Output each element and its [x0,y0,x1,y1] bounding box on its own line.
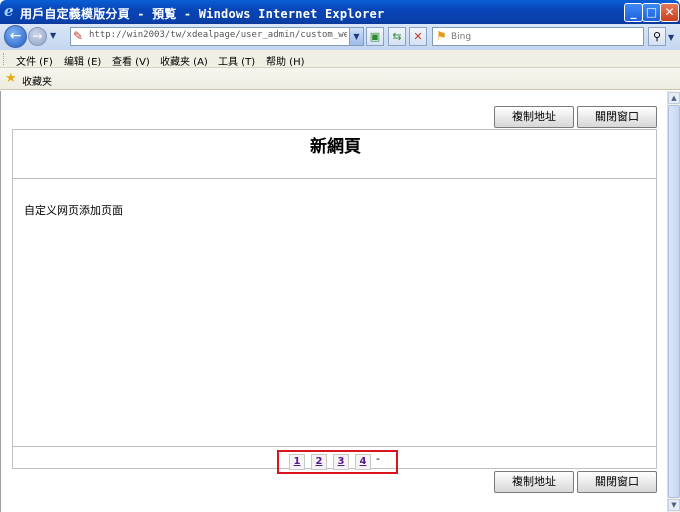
search-icon: ⚲ [652,30,662,43]
favorites-star-icon[interactable]: ★ [5,71,17,86]
menu-view[interactable]: 查看 (V) [112,53,150,68]
copy-link-button-top[interactable]: 複制地址 [494,106,574,128]
address-field[interactable]: ✎ http://win2003/tw/xdealpage/user_admin… [70,27,364,46]
vertical-scrollbar[interactable]: ▲ ▼ [667,91,680,512]
close-window-button-top[interactable]: 關閉窗口 [577,106,657,128]
maximize-icon: □ [645,5,658,19]
address-toolbar: ← → ▼ ✎ http://win2003/tw/xdealpage/user… [0,24,680,50]
search-dropdown-icon[interactable]: ▼ [668,33,674,42]
title-bar: e 用戶自定義模版分頁 - 預覧 - Windows Internet Expl… [0,0,680,24]
menu-edit[interactable]: 编辑 (E) [64,53,101,68]
scroll-up-icon[interactable]: ▲ [668,92,680,104]
history-dropdown-icon[interactable]: ▼ [50,31,56,40]
title-divider [13,178,656,179]
footer-divider [13,446,656,447]
scroll-thumb[interactable] [668,105,680,498]
menu-favorites[interactable]: 收藏夹 (A) [160,53,208,68]
favorites-label[interactable]: 收藏夹 [22,73,52,88]
address-dropdown-icon[interactable]: ▼ [349,28,363,45]
menu-tools[interactable]: 工具 (T) [218,53,255,68]
minimize-button[interactable]: _ [624,3,643,22]
close-window-button-bottom[interactable]: 關閉窗口 [577,471,657,493]
page-body-text: 自定义网页添加页面 [24,204,123,217]
back-arrow-icon: ← [9,28,22,44]
stop-button[interactable]: ✕ [409,27,427,46]
forward-arrow-icon: → [32,29,43,43]
page-content: 複制地址 關閉窗口 新網頁 自定义网页添加页面 1 2 3 4 - 複制地址 關… [0,91,667,512]
menu-file[interactable]: 文件 (F) [16,53,53,68]
search-input[interactable] [451,29,631,44]
refresh-button[interactable]: ⇆ [388,27,406,46]
maximize-button[interactable]: □ [642,3,661,22]
page-icon: ✎ [73,29,84,43]
back-button[interactable]: ← [4,25,27,48]
page-link-3[interactable]: 3 [333,454,349,470]
toolbar-grip[interactable] [3,53,6,65]
compatibility-button[interactable]: ▣ [366,27,384,46]
search-button[interactable]: ⚲ [648,27,666,46]
minimize-icon: _ [630,5,637,19]
compatibility-icon: ▣ [369,30,381,43]
menu-bar: 文件 (F) 编辑 (E) 查看 (V) 收藏夹 (A) 工具 (T) 帮助 (… [0,50,680,68]
close-window-button[interactable]: ✕ [660,3,679,22]
forward-button[interactable]: → [28,27,47,46]
pager-trailer: - [376,452,380,465]
page-frame: 新網頁 自定义网页添加页面 [12,129,657,469]
page-link-1[interactable]: 1 [289,454,305,470]
page-title: 新網頁 [310,137,361,157]
close-icon: ✕ [664,5,675,19]
scroll-down-icon[interactable]: ▼ [668,499,680,511]
refresh-icon: ⇆ [392,30,402,43]
favorites-bar: ★ 收藏夹 [0,68,680,90]
page-link-2[interactable]: 2 [311,454,327,470]
copy-link-button-bottom[interactable]: 複制地址 [494,471,574,493]
window-title: 用戶自定義模版分頁 - 預覧 - Windows Internet Explor… [20,7,385,21]
stop-icon: ✕ [413,30,423,43]
url-text[interactable]: http://win2003/tw/xdealpage/user_admin/c… [89,30,347,40]
page-link-4[interactable]: 4 [355,454,371,470]
search-field[interactable]: ⚑ [432,27,644,46]
ie-logo-icon: e [4,2,14,20]
pagination: 1 2 3 4 - [277,450,398,474]
menu-help[interactable]: 帮助 (H) [266,53,305,68]
bing-icon: ⚑ [436,29,447,43]
